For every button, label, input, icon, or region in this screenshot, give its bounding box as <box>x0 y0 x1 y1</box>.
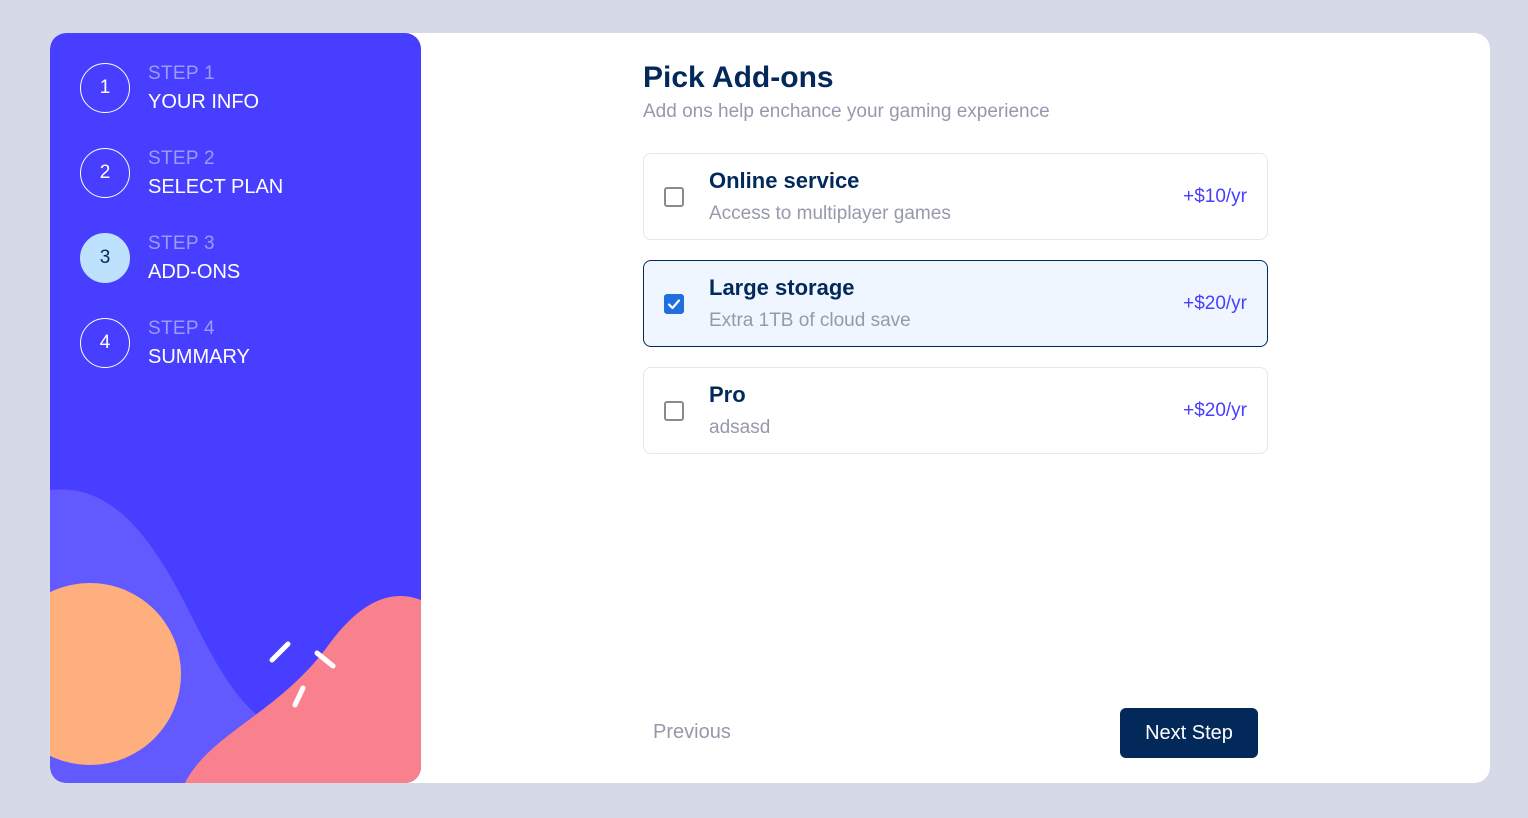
addon-price: +$20/yr <box>1183 293 1247 314</box>
step-label: STEP 1 <box>148 63 215 84</box>
step-number: 1 <box>80 63 130 113</box>
addon-checkbox[interactable] <box>664 401 684 421</box>
step-label: STEP 3 <box>148 233 215 254</box>
addon-pro[interactable]: Pro adsasd +$20/yr <box>643 367 1268 454</box>
previous-button[interactable]: Previous <box>653 721 731 744</box>
addon-description: Access to multiplayer games <box>709 203 951 224</box>
addon-large-storage[interactable]: Large storage Extra 1TB of cloud save +$… <box>643 260 1268 347</box>
step-title: SUMMARY <box>148 346 250 368</box>
addon-description: Extra 1TB of cloud save <box>709 310 911 331</box>
step-title: SELECT PLAN <box>148 176 284 198</box>
addon-name: Online service <box>709 168 860 193</box>
step-2[interactable]: 2 STEP 2 SELECT PLAN <box>80 146 283 200</box>
step-number: 4 <box>80 318 130 368</box>
page-title: Pick Add-ons <box>643 61 834 94</box>
step-3[interactable]: 3 STEP 3 ADD-ONS <box>80 231 240 285</box>
addon-price: +$20/yr <box>1183 400 1247 421</box>
step-label: STEP 4 <box>148 318 215 339</box>
step-4[interactable]: 4 STEP 4 SUMMARY <box>80 316 250 370</box>
step-label: STEP 2 <box>148 148 215 169</box>
addon-name: Large storage <box>709 275 855 300</box>
step-title: ADD-ONS <box>148 261 241 283</box>
addon-name: Pro <box>709 382 746 407</box>
next-step-button[interactable]: Next Step <box>1120 708 1258 758</box>
addon-online-service[interactable]: Online service Access to multiplayer gam… <box>643 153 1268 240</box>
step-number-active: 3 <box>80 233 130 283</box>
checkmark-icon <box>667 299 681 310</box>
step-1[interactable]: 1 STEP 1 YOUR INFO <box>80 61 259 115</box>
addon-description: adsasd <box>709 417 771 438</box>
sidebar: 1 STEP 1 YOUR INFO 2 STEP 2 SELECT PLAN … <box>50 33 421 783</box>
step-number: 2 <box>80 148 130 198</box>
page-subtitle: Add ons help enchance your gaming experi… <box>643 101 1050 122</box>
step-title: YOUR INFO <box>148 91 260 113</box>
form-card: 1 STEP 1 YOUR INFO 2 STEP 2 SELECT PLAN … <box>50 33 1490 783</box>
addon-checkbox[interactable] <box>664 187 684 207</box>
addon-checkbox-checked[interactable] <box>664 294 684 314</box>
addon-price: +$10/yr <box>1183 186 1247 207</box>
